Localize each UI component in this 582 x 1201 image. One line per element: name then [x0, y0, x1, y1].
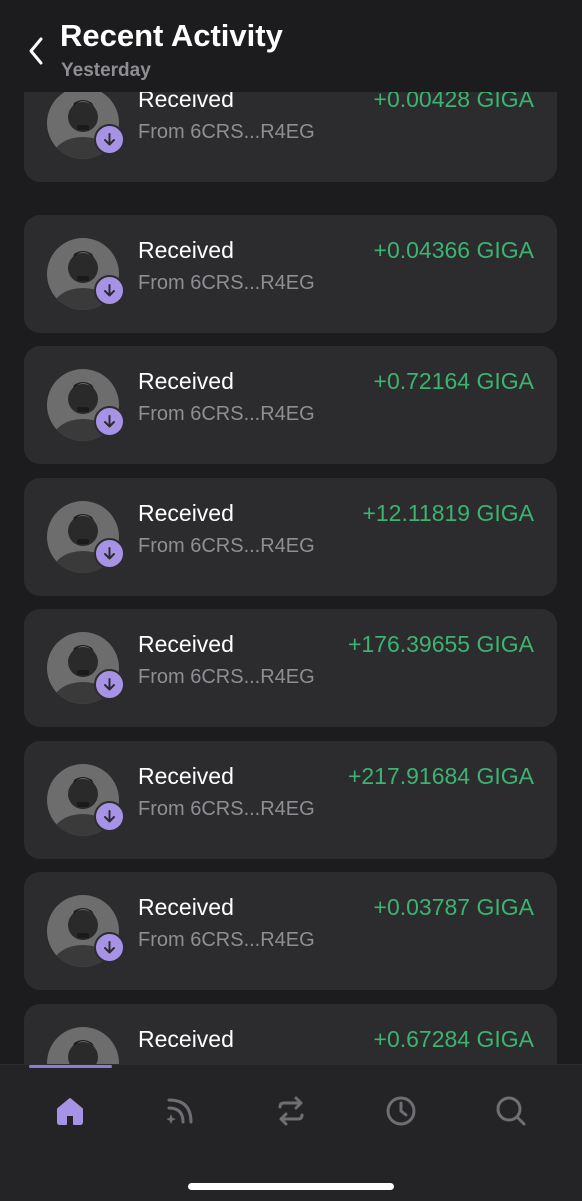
received-badge [94, 932, 125, 963]
transaction-type: Received [138, 763, 234, 789]
transaction-card[interactable]: Received From 6CRS...R4EG +0.04366 GIGA [24, 215, 557, 333]
transaction-amount: +0.00428 GIGA [373, 92, 534, 112]
received-badge [94, 801, 125, 832]
arrow-down-icon [104, 415, 115, 428]
tab-bar [0, 1064, 582, 1201]
header: Recent Activity Yesterday [0, 0, 582, 92]
received-badge [94, 669, 125, 700]
received-badge [94, 406, 125, 437]
history-icon [386, 1096, 416, 1126]
transaction-sender: From 6CRS...R4EG [138, 121, 315, 143]
arrow-down-icon [104, 941, 115, 954]
transaction-card[interactable]: Received From 6CRS...R4EG +0.72164 GIGA [24, 346, 557, 464]
transaction-type: Received [138, 500, 234, 526]
swap-icon [278, 1096, 304, 1126]
transaction-type: Received [138, 631, 234, 657]
transaction-sender: From 6CRS...R4EG [138, 798, 315, 820]
transaction-type: Received [138, 894, 234, 920]
transaction-sender: From 6CRS...R4EG [138, 272, 315, 294]
transaction-sender: From 6CRS...R4EG [138, 929, 315, 951]
transaction-sender: From 6CRS...R4EG [138, 403, 315, 425]
received-badge [94, 275, 125, 306]
transaction-sender: From 6CRS...R4EG [138, 666, 315, 688]
tab-swap[interactable] [261, 1089, 321, 1133]
arrow-down-icon [104, 678, 115, 691]
transaction-amount: +0.67284 GIGA [373, 1026, 534, 1052]
tab-search[interactable] [481, 1089, 541, 1133]
active-tab-indicator [29, 1065, 112, 1068]
feed-icon [166, 1098, 193, 1124]
home-indicator[interactable] [188, 1183, 394, 1190]
transaction-type: Received [138, 92, 234, 112]
transaction-amount: +0.72164 GIGA [373, 368, 534, 394]
transaction-type: Received [138, 237, 234, 263]
arrow-down-icon [104, 810, 115, 823]
tab-history[interactable] [371, 1089, 431, 1133]
back-button[interactable] [22, 34, 50, 68]
transaction-card[interactable]: Received From 6CRS...R4EG +0.00428 GIGA [24, 92, 557, 182]
transaction-amount: +176.39655 GIGA [347, 631, 534, 657]
tab-home[interactable] [40, 1089, 100, 1133]
search-icon [496, 1096, 526, 1126]
transaction-sender: From 6CRS...R4EG [138, 535, 315, 557]
tab-feed[interactable] [150, 1089, 210, 1133]
transaction-card[interactable]: Received From 6CRS...R4EG +0.03787 GIGA [24, 872, 557, 990]
transaction-card[interactable]: Received From 6CRS...R4EG +176.39655 GIG… [24, 609, 557, 727]
transaction-amount: +0.04366 GIGA [373, 237, 534, 263]
arrow-down-icon [104, 284, 115, 297]
received-badge [94, 124, 125, 155]
page-title: Recent Activity [60, 18, 283, 53]
avatar [47, 1027, 119, 1064]
transaction-type: Received [138, 368, 234, 394]
chevron-left-icon [29, 37, 43, 65]
transaction-card[interactable]: Received From 6CRS...R4EG +217.91684 GIG… [24, 741, 557, 859]
section-date-label: Yesterday [61, 60, 151, 81]
arrow-down-icon [104, 547, 115, 560]
transaction-type: Received [138, 1026, 234, 1052]
transaction-amount: +217.91684 GIGA [347, 763, 534, 789]
transaction-amount: +0.03787 GIGA [373, 894, 534, 920]
transaction-card[interactable]: Received +0.67284 GIGA [24, 1004, 557, 1064]
transaction-list[interactable]: Received From 6CRS...R4EG +0.00428 GIGA … [0, 92, 582, 1064]
arrow-down-icon [104, 133, 115, 146]
transaction-amount: +12.11819 GIGA [362, 500, 534, 526]
transaction-card[interactable]: Received From 6CRS...R4EG +12.11819 GIGA [24, 478, 557, 596]
home-icon [57, 1098, 83, 1125]
received-badge [94, 538, 125, 569]
